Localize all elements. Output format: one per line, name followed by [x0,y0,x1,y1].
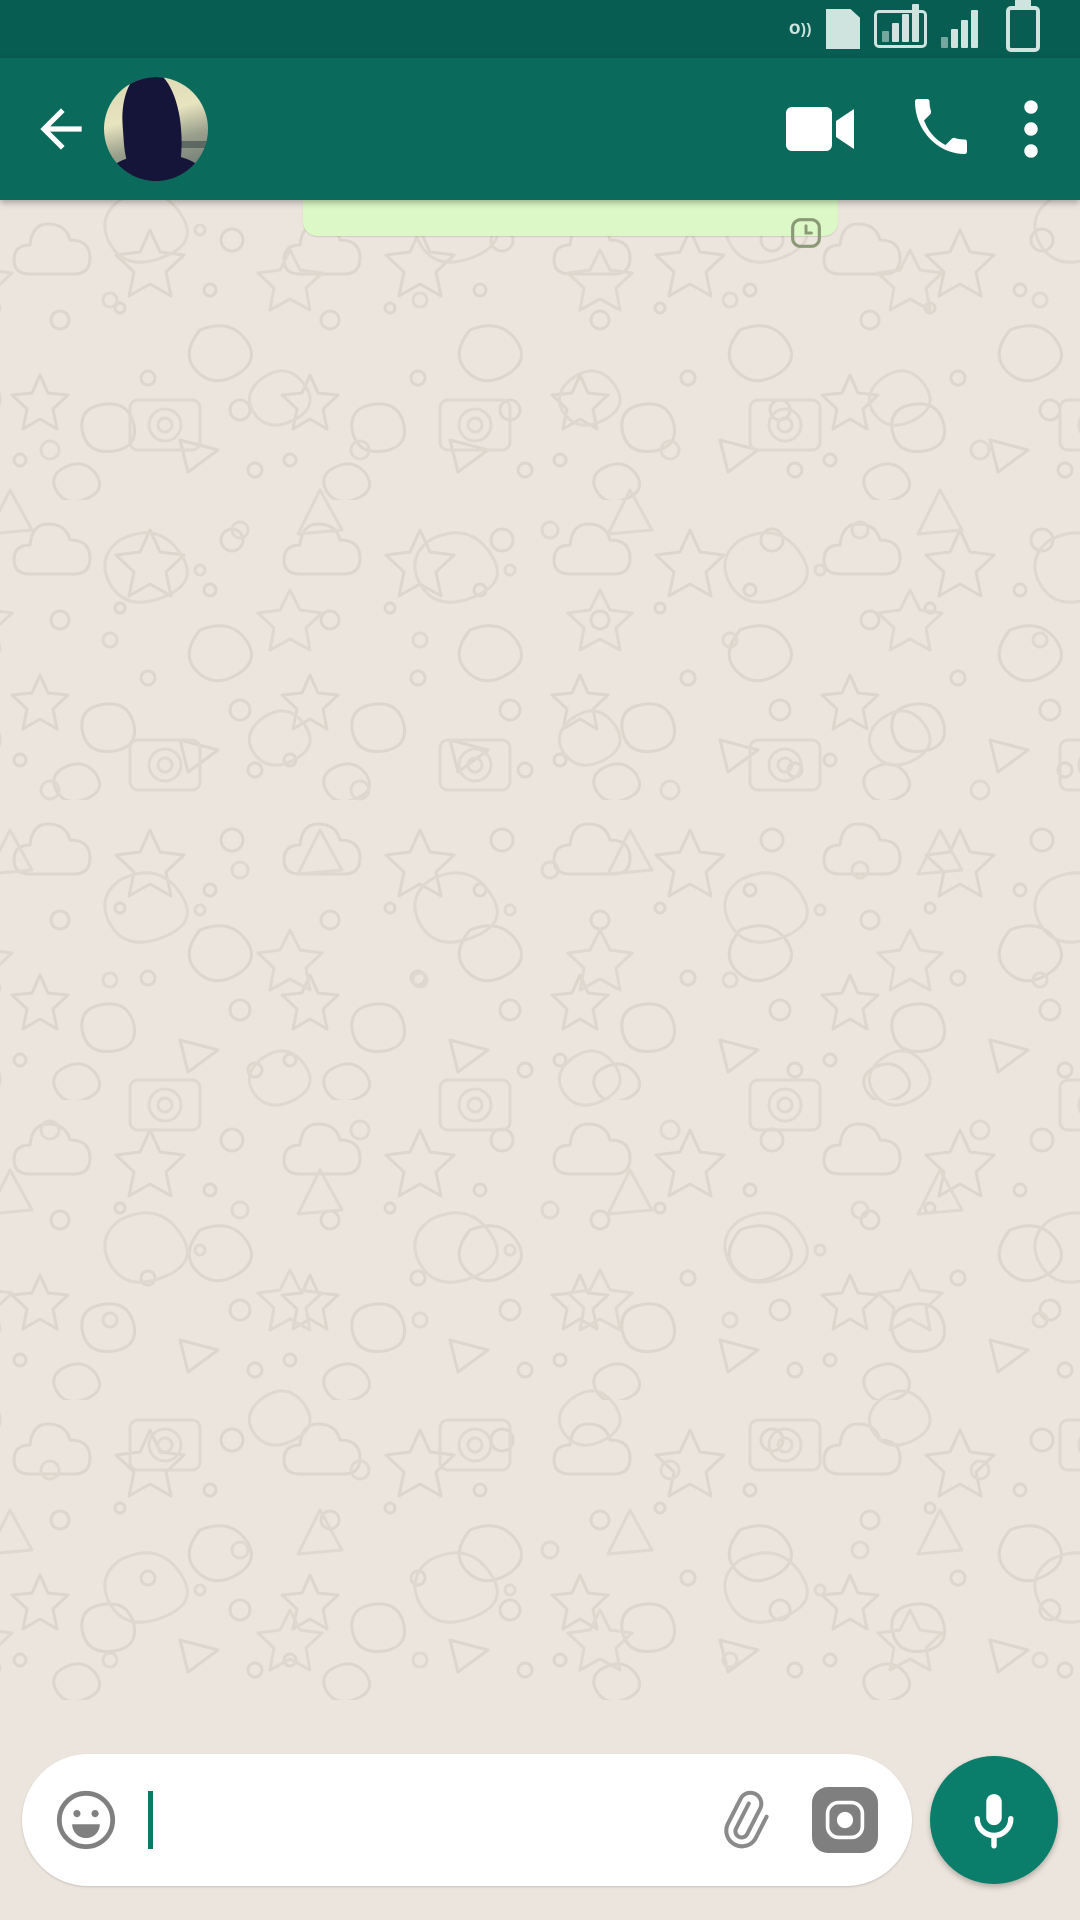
message-input-pill[interactable] [22,1754,912,1886]
sim-card-icon [826,9,860,49]
volte-indicator: o)) [788,17,812,39]
camera-icon [825,1800,865,1840]
battery-charging-icon [1006,6,1040,52]
message-input-bar [0,1720,1080,1920]
app-bar-actions [786,98,1050,160]
chat-app-bar [0,58,1080,200]
video-camera-icon [786,107,854,151]
attach-button[interactable] [712,1789,774,1851]
chat-message-area[interactable] [0,200,1080,1720]
video-call-button[interactable] [786,102,858,156]
camera-button[interactable] [812,1787,878,1853]
back-arrow-icon [40,108,82,150]
voice-record-button[interactable] [930,1756,1058,1884]
message-truncated-row [303,200,838,248]
three-dots-vertical-icon [1024,100,1038,158]
status-bar: o)) [0,0,1080,58]
phone-handset-icon [915,99,967,154]
microphone-icon [974,1794,1014,1849]
overflow-menu-button[interactable] [1022,98,1040,160]
back-button[interactable] [30,98,92,160]
pending-clock-icon [790,200,822,248]
whatsapp-chat-screen: o)) [0,0,1080,1920]
signal-bars-sim1-icon [874,4,927,48]
emoji-smiley-icon[interactable] [54,1788,118,1852]
signal-bars-sim2-icon [941,10,978,48]
chat-wallpaper [0,200,1080,1720]
outgoing-message-bubble[interactable] [303,200,838,248]
text-cursor [148,1791,153,1849]
message-meta [762,200,822,248]
voice-call-button[interactable] [910,99,970,159]
contact-avatar[interactable] [104,77,208,181]
